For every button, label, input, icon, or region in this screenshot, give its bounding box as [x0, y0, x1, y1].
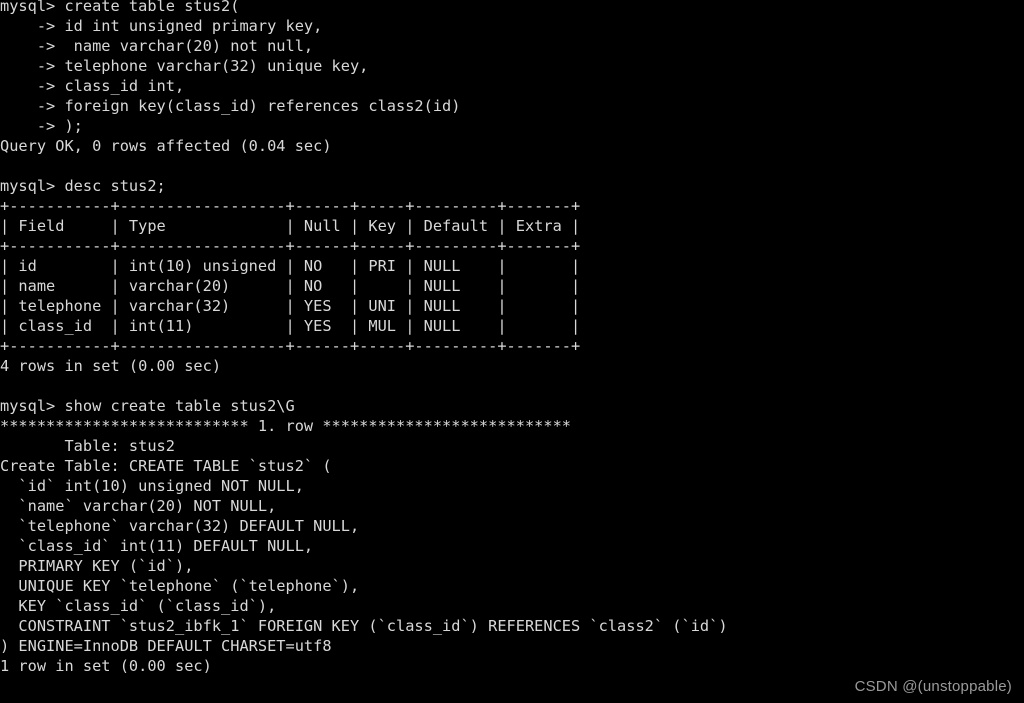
terminal-line: +-----------+------------------+------+-… — [0, 197, 581, 215]
terminal-line: 4 rows in set (0.00 sec) — [0, 357, 222, 375]
terminal-line: UNIQUE KEY `telephone` (`telephone`), — [0, 577, 360, 595]
terminal-line: -> telephone varchar(32) unique key, — [0, 57, 369, 75]
terminal-line: 1 row in set (0.00 sec) — [0, 657, 212, 675]
terminal-line: KEY `class_id` (`class_id`), — [0, 597, 277, 615]
terminal-line: -> id int unsigned primary key, — [0, 17, 323, 35]
terminal-output: mysql> create table stus2( -> id int uns… — [0, 0, 1024, 676]
csdn-watermark: CSDN @(unstoppable) — [854, 678, 1012, 695]
terminal-line: +-----------+------------------+------+-… — [0, 237, 581, 255]
terminal-line: | id | int(10) unsigned | NO | PRI | NUL… — [0, 257, 581, 275]
terminal-line: | Field | Type | Null | Key | Default | … — [0, 217, 581, 235]
terminal-line: mysql> create table stus2( — [0, 0, 240, 15]
terminal-line: -> name varchar(20) not null, — [0, 37, 314, 55]
terminal-line: CONSTRAINT `stus2_ibfk_1` FOREIGN KEY (`… — [0, 617, 728, 635]
terminal-line: ) ENGINE=InnoDB DEFAULT CHARSET=utf8 — [0, 637, 332, 655]
terminal-line: mysql> show create table stus2\G — [0, 397, 295, 415]
terminal-line: -> foreign key(class_id) references clas… — [0, 97, 461, 115]
terminal-line: *************************** 1. row *****… — [0, 417, 571, 435]
terminal-line: Table: stus2 — [0, 437, 175, 455]
terminal-line: | telephone | varchar(32) | YES | UNI | … — [0, 297, 581, 315]
terminal-line: -> ); — [0, 117, 83, 135]
terminal-line: Query OK, 0 rows affected (0.04 sec) — [0, 137, 332, 155]
terminal-line: `class_id` int(11) DEFAULT NULL, — [0, 537, 314, 555]
terminal-line: +-----------+------------------+------+-… — [0, 337, 581, 355]
terminal-line: Create Table: CREATE TABLE `stus2` ( — [0, 457, 332, 475]
terminal-window[interactable]: mysql> create table stus2( -> id int uns… — [0, 0, 1024, 703]
terminal-line: mysql> desc stus2; — [0, 177, 166, 195]
terminal-line: -> class_id int, — [0, 77, 185, 95]
terminal-line: `name` varchar(20) NOT NULL, — [0, 497, 277, 515]
terminal-line: PRIMARY KEY (`id`), — [0, 557, 194, 575]
terminal-line: | name | varchar(20) | NO | | NULL | | — [0, 277, 581, 295]
terminal-line: `id` int(10) unsigned NOT NULL, — [0, 477, 304, 495]
terminal-line: | class_id | int(11) | YES | MUL | NULL … — [0, 317, 581, 335]
terminal-line: `telephone` varchar(32) DEFAULT NULL, — [0, 517, 360, 535]
